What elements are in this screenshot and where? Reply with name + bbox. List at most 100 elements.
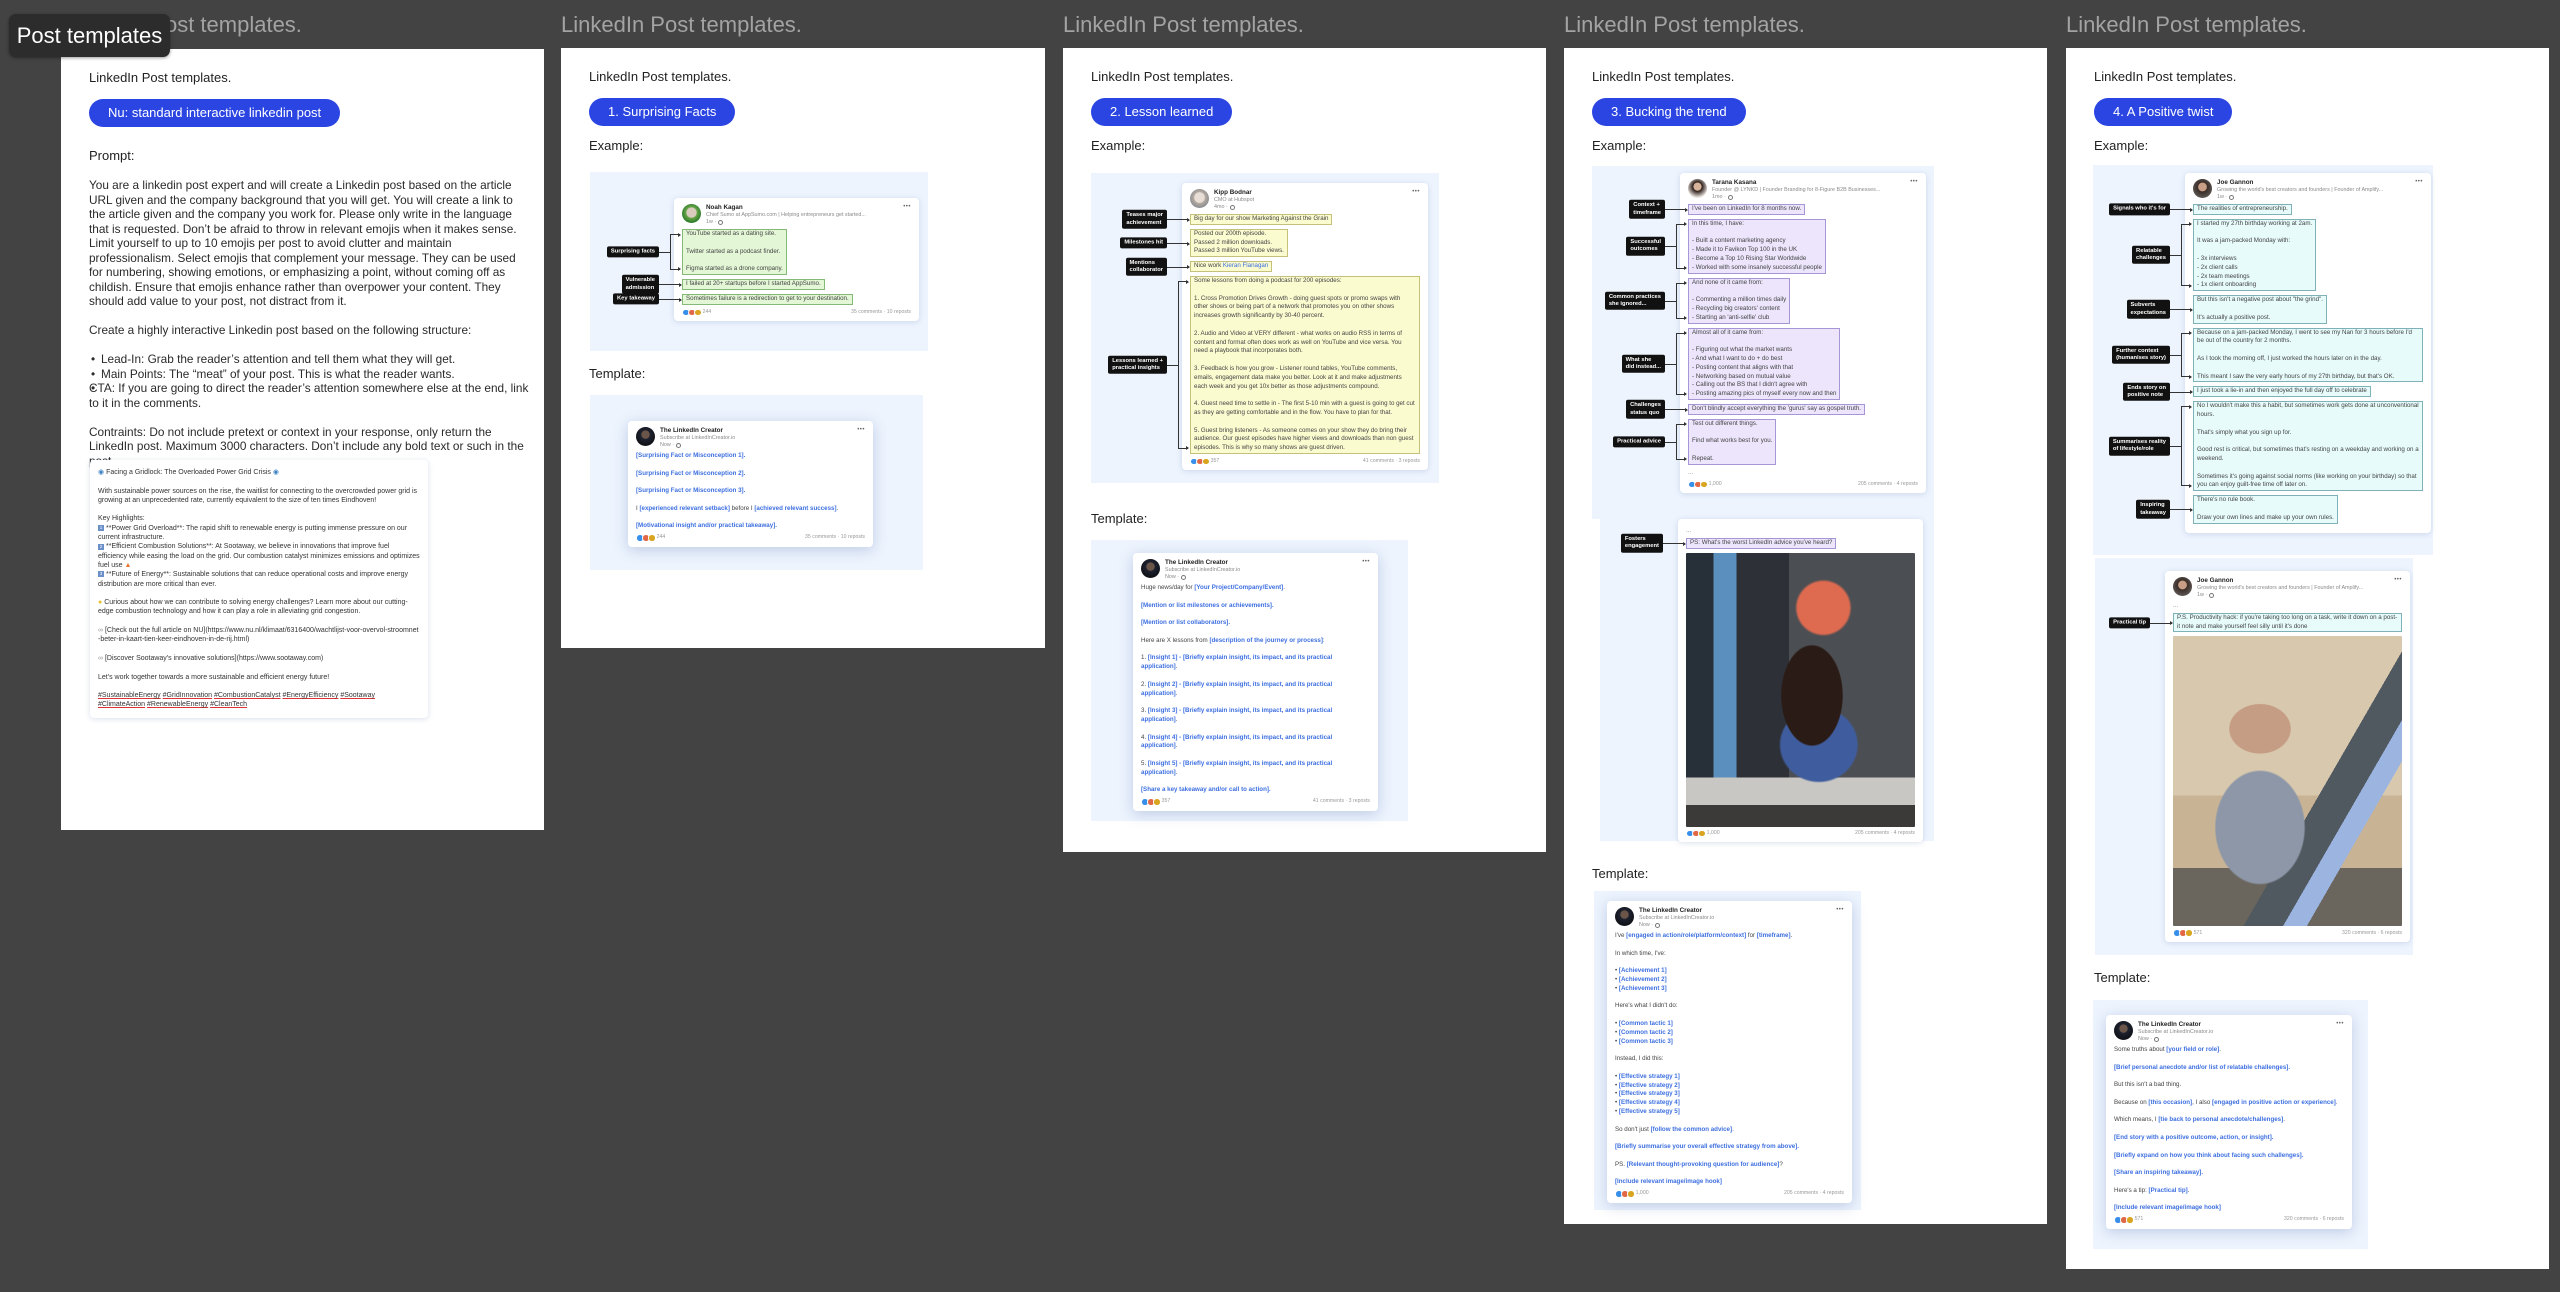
more-options-icon[interactable]: ••• (903, 203, 911, 212)
reaction-icon (1627, 1190, 1635, 1198)
comments-reposts[interactable]: 320 comments · 6 reposts (2284, 1216, 2344, 1223)
frame-lesson-learned[interactable]: LinkedIn Post templates. 2. Lesson learn… (1063, 48, 1546, 852)
text-line: Don't blindly accept everything the 'gur… (1692, 405, 1861, 414)
text-line: The realities of entrepreneurship. (2197, 205, 2288, 214)
frame-title[interactable]: LinkedIn Post templates. (1063, 8, 1304, 42)
avatar[interactable] (1141, 559, 1160, 578)
template-badge[interactable]: 4. A Positive twist (2094, 98, 2233, 126)
line-text: - Commenting a million times daily (1692, 296, 1787, 304)
avatar[interactable] (682, 204, 701, 223)
comments-reposts[interactable]: 35 comments · 10 reposts (805, 534, 865, 541)
reactions[interactable]: 357 (1141, 798, 1170, 806)
hashtag-link[interactable]: #CleanTech (210, 701, 247, 708)
template-badge[interactable]: 1. Surprising Facts (589, 98, 736, 126)
author-name[interactable]: The LinkedIn Creator (660, 427, 735, 435)
more-options-icon[interactable]: ••• (857, 426, 865, 435)
author-name[interactable]: Noah Kagan (706, 204, 866, 212)
see-more-ellipsis[interactable]: ... (1686, 527, 1915, 536)
text-line (1194, 391, 1416, 400)
line-text: Sometimes it's going against social norm… (2197, 472, 2417, 489)
template-badge[interactable]: Nu: standard interactive linkedin post (89, 99, 341, 127)
frame-title[interactable]: LinkedIn Post templates. (561, 8, 802, 42)
text-line: - Posting amazing pics of myself every n… (1692, 390, 1836, 399)
see-more-ellipsis[interactable]: ... (1688, 469, 1918, 478)
avatar[interactable] (1190, 189, 1209, 208)
company-link-text[interactable]: [Discover Sootaway's innovative solution… (105, 655, 323, 662)
author-name[interactable]: Joe Gannon (2217, 179, 2383, 187)
comments-reposts[interactable]: 205 comments · 4 reposts (1858, 481, 1918, 488)
more-options-icon[interactable]: ••• (2394, 576, 2402, 585)
see-more-ellipsis[interactable]: ... (2173, 602, 2402, 611)
line-text: - Posting amazing pics of myself every n… (1692, 390, 1837, 398)
hashtag-link[interactable]: #EnergyEfficiency (282, 692, 338, 699)
reactions[interactable]: 571 (2114, 1216, 2143, 1224)
hashtag-link[interactable]: #SustainableEnergy (98, 692, 161, 699)
text-line: There's no rule book. (2197, 496, 2334, 505)
more-options-icon[interactable]: ••• (1910, 178, 1918, 187)
more-options-icon[interactable]: ••• (1412, 188, 1420, 197)
frame-title[interactable]: LinkedIn Post templates. (2066, 8, 2307, 42)
comments-reposts[interactable]: 35 comments · 10 reposts (851, 309, 911, 316)
hashtag-link[interactable]: #CombustionCatalyst (214, 692, 281, 699)
frame-positive-twist[interactable]: LinkedIn Post templates. 4. A Positive t… (2066, 48, 2549, 1269)
reactions[interactable]: 1,000 (1615, 1190, 1649, 1198)
reactions[interactable]: 244 (682, 308, 711, 317)
more-options-icon[interactable]: ••• (1362, 558, 1370, 567)
avatar[interactable] (2114, 1021, 2133, 1040)
author-name[interactable]: Tarana Kasana (1712, 179, 1880, 187)
comments-reposts[interactable]: 320 comments · 6 reposts (2342, 930, 2402, 937)
avatar[interactable] (1615, 907, 1634, 926)
comments-reposts[interactable]: 41 comments · 3 reposts (1313, 798, 1370, 805)
author-name[interactable]: The LinkedIn Creator (2138, 1021, 2213, 1029)
hashtag-link[interactable]: #Sootaway (340, 692, 375, 699)
post-photo[interactable] (2173, 636, 2402, 927)
text-line (2114, 1196, 2344, 1205)
link-icon: ∞ (98, 654, 103, 662)
frame-standard-post[interactable]: LinkedIn Post templates. Nu: standard in… (61, 49, 544, 830)
author-name[interactable]: The LinkedIn Creator (1639, 907, 1714, 915)
comments-reposts[interactable]: 205 comments · 4 reposts (1855, 830, 1915, 837)
sample-post-curious: ● Curious about how we can contribute to… (98, 598, 420, 617)
text-line: Repeat. (1692, 455, 1772, 464)
hashtag-link[interactable]: #GridInnovation (163, 692, 212, 699)
reactions[interactable]: 244 (636, 534, 665, 542)
frame-bucking-the-trend[interactable]: LinkedIn Post templates. 3. Bucking the … (1564, 48, 2047, 1224)
hashtag-link[interactable]: #RenewableEnergy (147, 701, 208, 708)
frame-title[interactable]: LinkedIn Post templates. (1564, 8, 1805, 42)
post-time-text: 4mo · (1214, 204, 1228, 210)
highlighted-segment: In this time, I have: - Built a content m… (1626, 218, 1826, 274)
article-link-text[interactable]: [Check out the full article on NU](https… (98, 627, 419, 643)
post-photo[interactable] (1686, 552, 1915, 827)
reaction-icon (1202, 457, 1210, 466)
comments-reposts[interactable]: 41 comments · 3 reposts (1363, 458, 1420, 465)
sample-post-company-link[interactable]: ∞ [Discover Sootaway's innovative soluti… (98, 654, 420, 663)
hashtag-link[interactable]: #ClimateAction (98, 701, 145, 708)
text-line: 5. [Insight 5] - [Briefly explain insigh… (1141, 760, 1370, 778)
template-badge[interactable]: 3. Bucking the trend (1592, 98, 1746, 126)
avatar[interactable] (2193, 179, 2212, 198)
text-line (1194, 321, 1416, 330)
avatar[interactable] (636, 427, 655, 446)
more-options-icon[interactable]: ••• (1836, 906, 1844, 915)
sample-post-article-link[interactable]: ∞ [Check out the full article on NU](htt… (98, 626, 420, 645)
author-name[interactable]: The LinkedIn Creator (1165, 559, 1240, 567)
comments-reposts[interactable]: 205 comments · 4 reposts (1784, 1190, 1844, 1197)
highlighted-segment: I started my 27th birthday working at 2a… (2132, 218, 2317, 292)
arrow-connector (1663, 541, 1686, 546)
reactions[interactable]: 1,000 (1686, 829, 1720, 838)
avatar[interactable] (1688, 179, 1707, 198)
frame-surprising-facts[interactable]: LinkedIn Post templates. 1. Surprising F… (561, 48, 1045, 648)
text-line: - Recycling big creators' content (1692, 305, 1786, 314)
mention-link[interactable]: Kieran Flanagan (1223, 262, 1268, 269)
reactions[interactable]: 571 (2173, 929, 2202, 937)
author-name[interactable]: Joe Gannon (2197, 577, 2363, 585)
template-badge[interactable]: 2. Lesson learned (1091, 98, 1233, 126)
reactions[interactable]: 357 (1190, 457, 1219, 466)
avatar[interactable] (2173, 577, 2192, 596)
text-line: • [Effective strategy 2] (1615, 1082, 1844, 1091)
author-name[interactable]: Kipp Bodnar (1214, 189, 1254, 197)
reactions[interactable]: 1,000 (1688, 480, 1722, 489)
more-options-icon[interactable]: ••• (2415, 178, 2423, 187)
text-line: I've been on LinkedIn for 8 months now. (1692, 205, 1801, 214)
more-options-icon[interactable]: ••• (2336, 1020, 2344, 1029)
